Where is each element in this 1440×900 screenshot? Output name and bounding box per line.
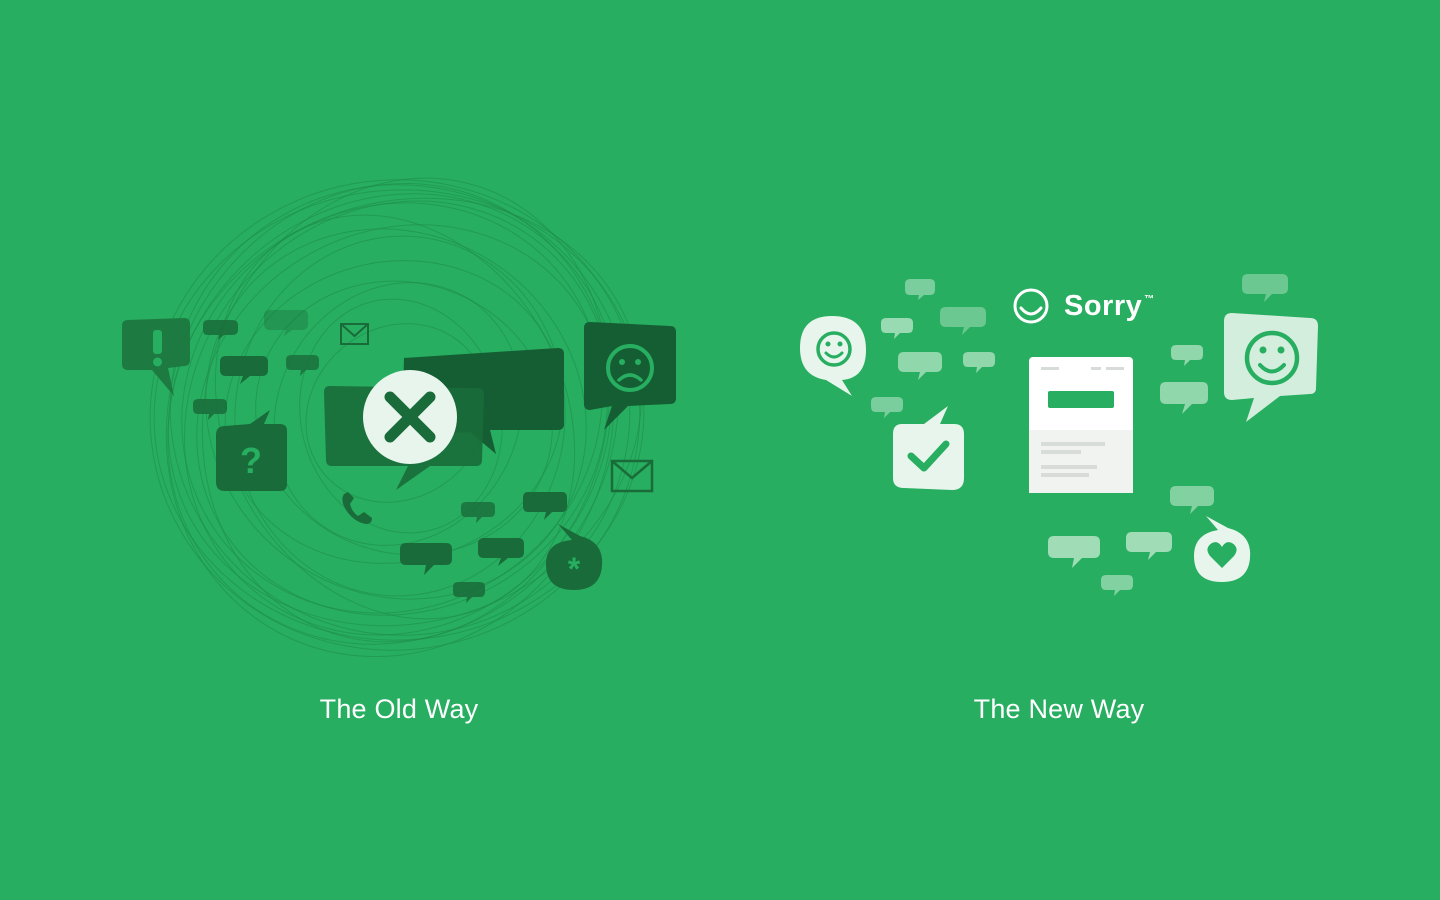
envelope-icon xyxy=(610,459,654,493)
sorry-brand: Sorry ™ xyxy=(1012,288,1154,324)
exclamation-bubble-icon xyxy=(122,318,190,396)
smile-bubble-icon xyxy=(1224,313,1318,422)
old-way-caption: The Old Way xyxy=(319,694,479,724)
asterisk-bubble-icon: * xyxy=(546,524,603,590)
svg-text:?: ? xyxy=(240,440,262,481)
x-mark-icon xyxy=(363,370,457,464)
new-way-caption: The New Way xyxy=(973,694,1145,724)
status-page-icon xyxy=(1029,357,1133,493)
old-way-illustration: ? * xyxy=(122,177,676,658)
question-bubble-icon: ? xyxy=(216,410,287,491)
heart-bubble-icon xyxy=(1194,516,1251,582)
illustration-stage: ? * Sorry ™ The Old Way The New Way xyxy=(0,0,1440,900)
illustration-canvas: ? * xyxy=(122,177,1318,658)
brand-name: Sorry xyxy=(1064,289,1143,322)
brand-trademark: ™ xyxy=(1144,294,1155,305)
smile-bubble-icon xyxy=(800,316,866,396)
check-bubble-icon xyxy=(893,406,964,490)
svg-text:*: * xyxy=(568,551,581,587)
